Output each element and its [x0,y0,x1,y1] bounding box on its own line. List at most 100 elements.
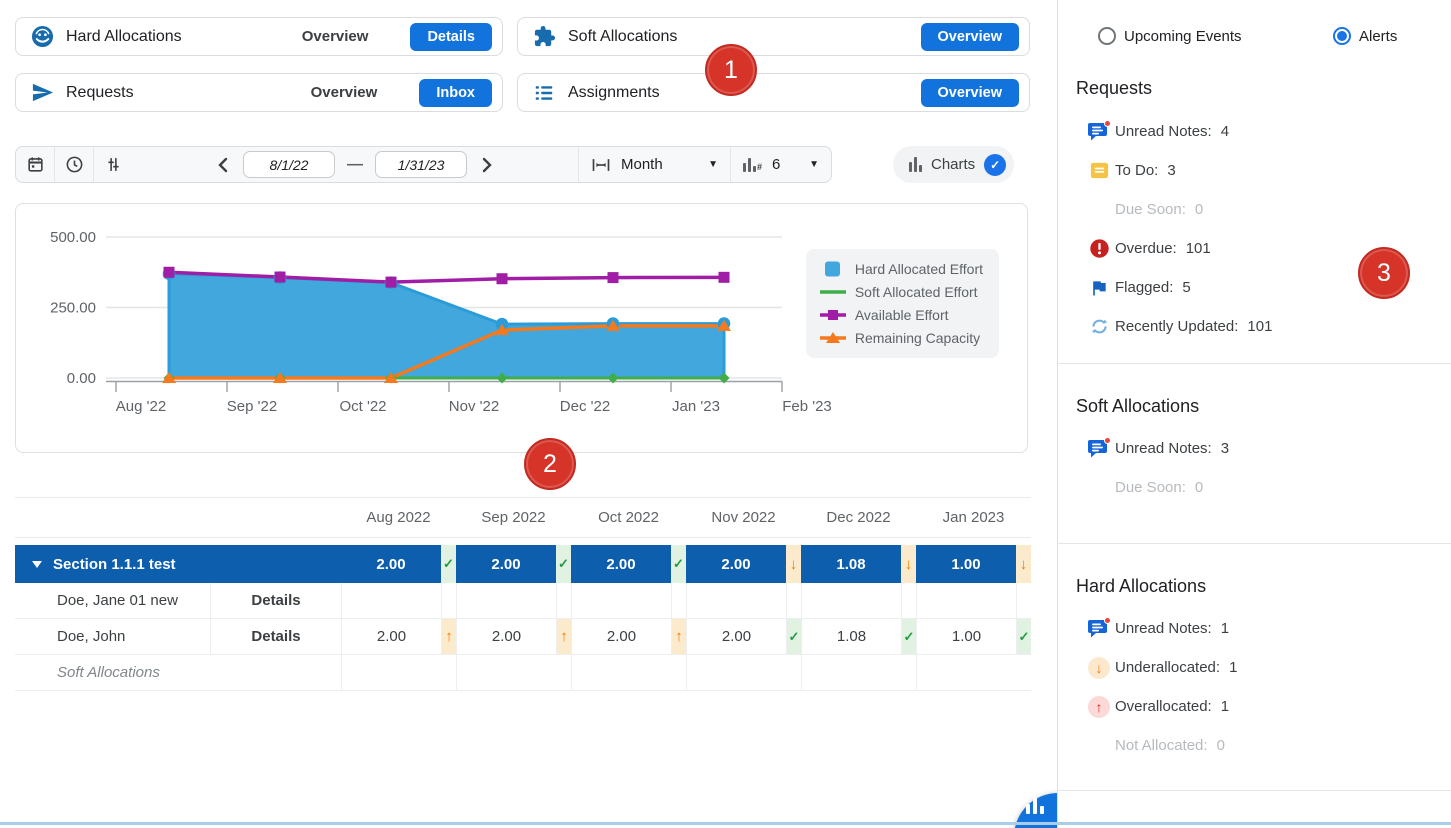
alert-label: To Do: [1115,162,1158,179]
details-link[interactable]: Details [210,619,341,654]
status-icon-cell: ↑ [556,619,571,654]
group-details-cell [210,655,341,690]
alert-item-overallocated[interactable]: ↑Overallocated:1 [1058,687,1451,726]
check-icon: ✓ [904,629,915,645]
annotation-badge-3: 3 [1358,247,1410,299]
charts-toggle[interactable]: Charts ✓ [893,146,1014,183]
card-label: Hard Allocations [66,28,182,46]
table-header: Aug 2022 Sep 2022 Oct 2022 Nov 2022 Dec … [15,497,1031,538]
unread-notes-icon [1086,437,1112,460]
alert-label: Unread Notes: [1115,620,1212,637]
status-icon-cell [671,583,686,618]
alert-count: 5 [1182,279,1190,296]
alert-count: 3 [1167,162,1175,179]
status-icon-cell: ↑ [671,619,686,654]
card-soft-allocations: Soft Allocations Overview [517,17,1030,56]
alert-count: 1 [1221,620,1229,637]
alert-item-not-allocated[interactable]: Not Allocated:0 [1058,726,1451,765]
down-arrow-icon: ↓ [1020,556,1028,573]
column-header: Dec 2022 [801,509,916,526]
collapse-caret-icon[interactable] [32,561,42,568]
status-icon-cell: ✓ [1016,619,1031,654]
hard-allocations-overview-link[interactable]: Overview [302,28,369,45]
column-width-icon [591,157,611,173]
down-arrow-icon: ↓ [790,556,798,573]
allocation-cell: 2.00 [341,545,441,583]
legend-marker-icon [820,307,846,323]
soft-allocations-overview-button[interactable]: Overview [921,23,1020,51]
allocation-cell [456,655,556,690]
alert-item-to-do[interactable]: To Do: 3 [1058,151,1451,190]
alert-count: 1 [1229,659,1237,676]
send-icon [30,81,54,105]
bar-chart-icon[interactable] [1026,797,1044,814]
legend-marker-icon [820,284,846,300]
status-icon-cell: ✓ [786,619,801,654]
card-hard-allocations: Hard Allocations Overview Details [15,17,503,56]
legend-label: Hard Allocated Effort [855,261,983,277]
allocation-cell [341,583,441,618]
alerts-label[interactable]: Alerts [1359,28,1397,45]
chart-count-dropdown[interactable]: # 6 ▼ [731,147,831,182]
up-arrow-icon: ↑ [560,628,568,645]
upcoming-events-label[interactable]: Upcoming Events [1124,28,1242,45]
allocation-cell: 2.00 [571,619,671,654]
requests-inbox-button[interactable]: Inbox [419,79,492,107]
date-range-dash: — [347,156,363,174]
requests-overview-link[interactable]: Overview [311,84,378,101]
legend-marker-icon [820,330,846,346]
nav-cards: Hard Allocations Overview Details Soft A… [15,17,1030,112]
alert-item-due-soon[interactable]: Due Soon:0 [1058,190,1451,229]
table-row-section: Section 1.1.1 test 2.00✓2.00✓2.00✓2.00↓1… [15,545,1031,583]
alert-item-underallocated[interactable]: ↓Underallocated:1 [1058,648,1451,687]
overdue-icon [1086,238,1112,259]
alert-item-unread-notes[interactable]: Unread Notes:4 [1058,112,1451,151]
status-icon-cell: ↑ [441,619,456,654]
prev-arrow-icon[interactable] [215,155,231,175]
allocation-cell [916,655,1016,690]
alert-item-recently-updated[interactable]: Recently Updated:101 [1058,307,1451,346]
next-arrow-icon[interactable] [479,155,495,175]
resource-name[interactable]: Doe, Jane 01 new [15,583,210,618]
check-icon: ✓ [789,629,800,645]
hard-allocations-alert-list: Unread Notes:1↓Underallocated:1↑Overallo… [1058,609,1451,765]
interval-dropdown[interactable]: Month ▼ [579,147,731,182]
alerts-radio[interactable] [1333,27,1351,45]
status-icon-cell [901,655,916,690]
details-link[interactable]: Details [210,583,341,618]
divider [1058,363,1451,364]
legend-item: Available Effort [820,307,983,323]
resource-name[interactable]: Doe, John [15,619,210,654]
alert-label: Unread Notes: [1115,440,1212,457]
check-icon: ✓ [673,556,684,572]
alert-item-due-soon[interactable]: Due Soon:0 [1058,468,1451,507]
allocation-cell: 2.00 [571,545,671,583]
sliders-icon[interactable] [94,147,132,182]
status-icon-cell: ✓ [671,545,686,583]
status-icon-cell [786,583,801,618]
upcoming-events-radio[interactable] [1098,27,1116,45]
status-icon-cell [786,655,801,690]
allocation-table: Aug 2022 Sep 2022 Oct 2022 Nov 2022 Dec … [15,497,1031,691]
end-date-input[interactable] [375,151,467,178]
clock-icon[interactable] [55,147,94,182]
column-header: Sep 2022 [456,509,571,526]
allocation-cell [686,655,786,690]
alert-item-unread-notes[interactable]: Unread Notes: 1 [1058,609,1451,648]
alert-count: 3 [1221,440,1229,457]
svg-text:Nov '22: Nov '22 [449,398,499,415]
alert-item-unread-notes[interactable]: Unread Notes: 3 [1058,429,1451,468]
sync-icon [1086,316,1112,337]
allocation-cell [571,655,671,690]
assignments-overview-button[interactable]: Overview [921,79,1020,107]
alert-count: 1 [1221,698,1229,715]
section-name[interactable]: Section 1.1.1 test [15,545,210,583]
calendar-icon[interactable] [16,147,55,182]
hard-allocations-details-button[interactable]: Details [410,23,492,51]
allocation-cell: 1.00 [916,545,1016,583]
allocation-cell [341,655,441,690]
check-icon: ✓ [558,556,569,572]
start-date-input[interactable] [243,151,335,178]
allocation-cell [686,583,786,618]
chart-count-value: 6 [772,156,780,173]
